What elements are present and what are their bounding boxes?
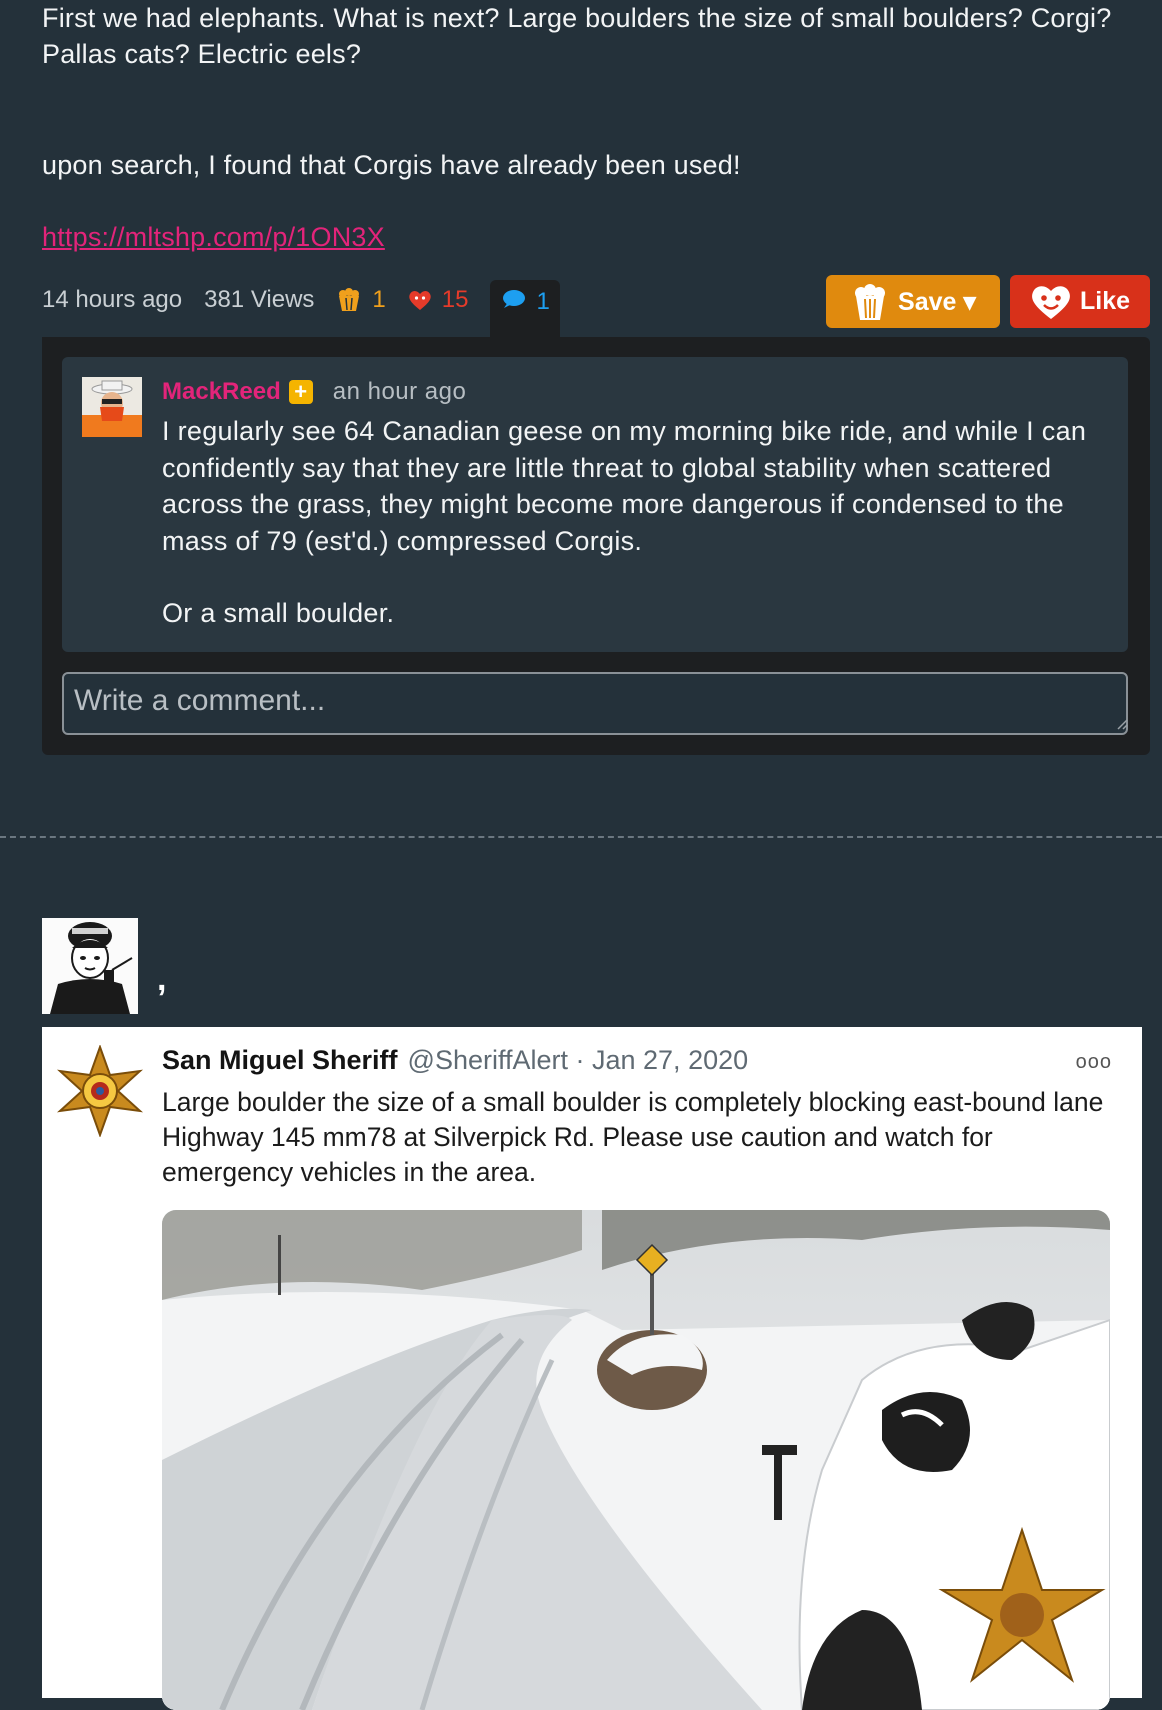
speech-bubble-icon bbox=[503, 290, 526, 308]
post-paragraph-2: upon search, I found that Corgis have al… bbox=[42, 150, 741, 180]
avatar[interactable] bbox=[82, 377, 142, 437]
avatar-image bbox=[82, 377, 142, 437]
save-count-value: 1 bbox=[372, 286, 386, 313]
like-count-value: 15 bbox=[441, 286, 469, 313]
post-link[interactable]: https://mltshp.com/p/1ON3X bbox=[42, 222, 385, 252]
tweet-author: San Miguel Sheriff bbox=[162, 1045, 398, 1075]
heart-icon bbox=[409, 291, 431, 310]
tweet-text: Large boulder the size of a small boulde… bbox=[162, 1087, 1104, 1187]
view-count: 381 Views bbox=[204, 286, 315, 313]
avatar[interactable] bbox=[42, 918, 138, 1014]
tweet-header: San Miguel Sheriff @SheriffAlert · Jan 2… bbox=[162, 1045, 748, 1076]
like-button-label: Like bbox=[1079, 287, 1131, 315]
post-paragraph-1: First we had elephants. What is next? La… bbox=[42, 3, 1112, 69]
comment-paragraph-2: Or a small boulder. bbox=[162, 598, 395, 628]
comments-panel: MackReed + an hour ago I regularly see 6… bbox=[42, 337, 1150, 755]
popcorn-icon bbox=[855, 283, 886, 320]
save-button-label: Save ▾ bbox=[898, 287, 976, 316]
comment-time: an hour ago bbox=[332, 378, 467, 405]
post-time: 14 hours ago bbox=[42, 286, 183, 313]
comment-header: MackReed + an hour ago bbox=[162, 375, 466, 409]
save-count[interactable]: 1 bbox=[336, 286, 386, 314]
post-meta: 14 hours ago 381 Views 1 15 1 bbox=[42, 280, 582, 338]
like-button[interactable]: Like bbox=[1010, 275, 1150, 328]
snowy-road-photo bbox=[162, 1210, 1110, 1710]
save-button[interactable]: Save ▾ bbox=[826, 275, 1000, 328]
tweet-handle: @SheriffAlert · Jan 27, 2020 bbox=[407, 1045, 749, 1075]
resize-handle-icon[interactable] bbox=[1116, 718, 1128, 730]
post-title: , bbox=[157, 960, 167, 998]
more-options-icon: ooo bbox=[1075, 1051, 1112, 1073]
comments-tab[interactable]: 1 bbox=[490, 280, 560, 338]
heart-icon bbox=[1032, 285, 1070, 319]
sheriff-star-icon bbox=[56, 1045, 144, 1137]
post-link-row: https://mltshp.com/p/1ON3X bbox=[42, 219, 1142, 255]
comment-input[interactable] bbox=[62, 672, 1128, 735]
popcorn-icon bbox=[339, 288, 360, 311]
comment-author[interactable]: MackReed bbox=[162, 378, 281, 406]
post-image[interactable]: San Miguel Sheriff @SheriffAlert · Jan 2… bbox=[42, 1027, 1142, 1710]
post-divider bbox=[0, 836, 1162, 838]
like-count[interactable]: 15 bbox=[408, 286, 469, 314]
plus-member-badge: + bbox=[288, 379, 313, 404]
avatar-image bbox=[42, 918, 138, 1014]
comment-count-value: 1 bbox=[536, 288, 550, 315]
tweet-photo bbox=[162, 1210, 1110, 1710]
comment-paragraph-1: I regularly see 64 Canadian geese on my … bbox=[162, 416, 1087, 556]
comment-body: I regularly see 64 Canadian geese on my … bbox=[162, 413, 1112, 632]
comment: MackReed + an hour ago I regularly see 6… bbox=[62, 357, 1128, 652]
